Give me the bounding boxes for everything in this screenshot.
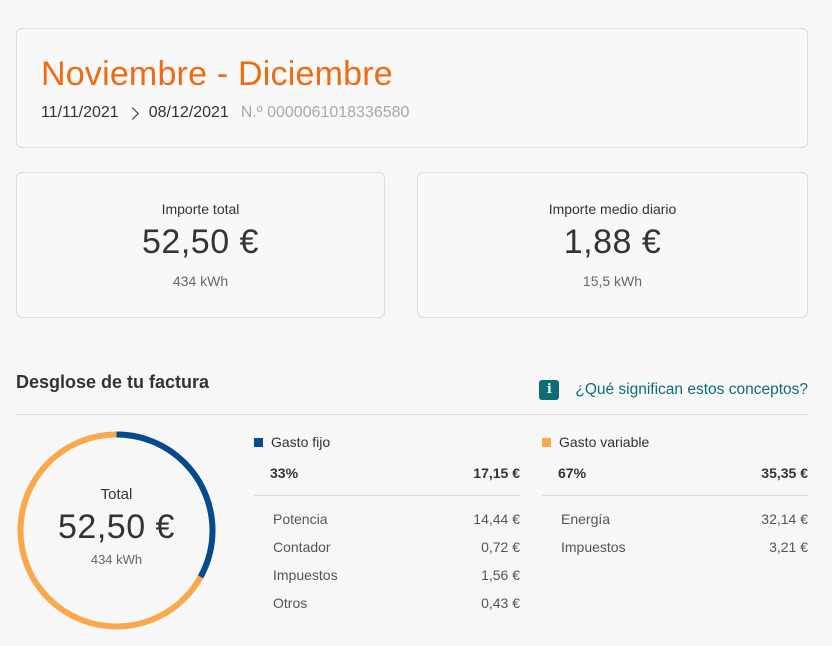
item-value: 0,43 € [481,595,520,611]
item-label: Impuestos [273,567,338,583]
list-item: Impuestos 1,56 € [273,567,520,595]
variable-cost-label: Gasto variable [559,434,650,450]
list-item: Potencia 14,44 € [273,511,520,539]
fixed-cost-total: 33% 17,15 € [270,465,520,481]
period-dates: 11/11/2021 08/12/2021 N.º 00000610183365… [41,104,409,122]
breakdown-title: Desglose de tu factura [16,372,210,392]
item-label: Contador [273,539,331,555]
item-value: 1,56 € [481,567,520,583]
daily-average-card: Importe medio diario 1,88 € 15,5 kWh [417,172,808,318]
donut-total-consumption: 434 kWh [90,552,143,567]
variable-cost-divider [542,495,808,496]
info-icon[interactable]: i [539,380,560,400]
fixed-cost-divider [254,495,520,496]
item-value: 14,44 € [473,511,520,527]
fixed-cost-header: Gasto fijo [254,433,520,451]
fixed-cost-percent: 33% [270,465,299,481]
daily-consumption: 15,5 kWh [582,273,643,289]
period-title: Noviembre - Diciembre [41,55,393,93]
total-amount-value: 52,50 € [142,223,259,261]
daily-average-value: 1,88 € [563,223,662,261]
donut-total-label: Total [100,486,133,503]
concepts-info-text[interactable]: ¿Qué significan estos conceptos? [575,381,808,399]
fixed-cost-items: Potencia 14,44 € Contador 0,72 € Impuestos… [273,511,520,623]
list-item: Energía 32,14 € [561,511,808,539]
variable-cost-column: Gasto variable 67% 35,35 € Energía 32,14 … [542,433,808,555]
item-value: 0,72 € [481,539,520,555]
item-value: 3,21 € [769,539,808,555]
variable-cost-items: Energía 32,14 € Impuestos 3,21 € [561,511,808,567]
fixed-cost-column: Gasto fijo 33% 17,15 € Potencia 14,44 € C… [254,433,520,611]
section-divider [16,414,808,415]
variable-cost-swatch [542,437,551,447]
donut-total-value: 52,50 € [58,508,175,546]
list-item: Contador 0,72 € [273,539,520,567]
donut-center: Total 52,50 € 434 kWh [16,430,217,631]
period-card: Noviembre - Diciembre 11/11/2021 08/12/2… [16,28,808,148]
end-date: 08/12/2021 [148,104,229,121]
variable-cost-header: Gasto variable [542,433,808,451]
chevron-right-icon [125,106,139,120]
start-date: 11/11/2021 [41,104,119,121]
item-label: Potencia [273,511,328,527]
fixed-cost-label: Gasto fijo [271,434,331,450]
fixed-cost-swatch [254,437,263,447]
list-item: Otros 0,43 € [273,595,520,623]
total-amount-label: Importe total [161,201,240,217]
list-item: Impuestos 3,21 € [561,539,808,567]
item-label: Energía [561,511,611,527]
invoice-number: N.º 0000061018336580 [240,104,410,121]
concepts-info-link[interactable]: i ¿Qué significan estos conceptos? [539,380,808,400]
item-value: 32,14 € [761,511,808,527]
item-label: Otros [273,595,308,611]
item-label: Impuestos [561,539,626,555]
variable-cost-percent: 67% [558,465,587,481]
total-amount-card: Importe total 52,50 € 434 kWh [16,172,385,318]
variable-cost-amount: 35,35 € [761,465,808,481]
daily-average-label: Importe medio diario [548,201,677,217]
variable-cost-total: 67% 35,35 € [558,465,808,481]
total-consumption: 434 kWh [172,273,229,289]
fixed-cost-amount: 17,15 € [473,465,520,481]
